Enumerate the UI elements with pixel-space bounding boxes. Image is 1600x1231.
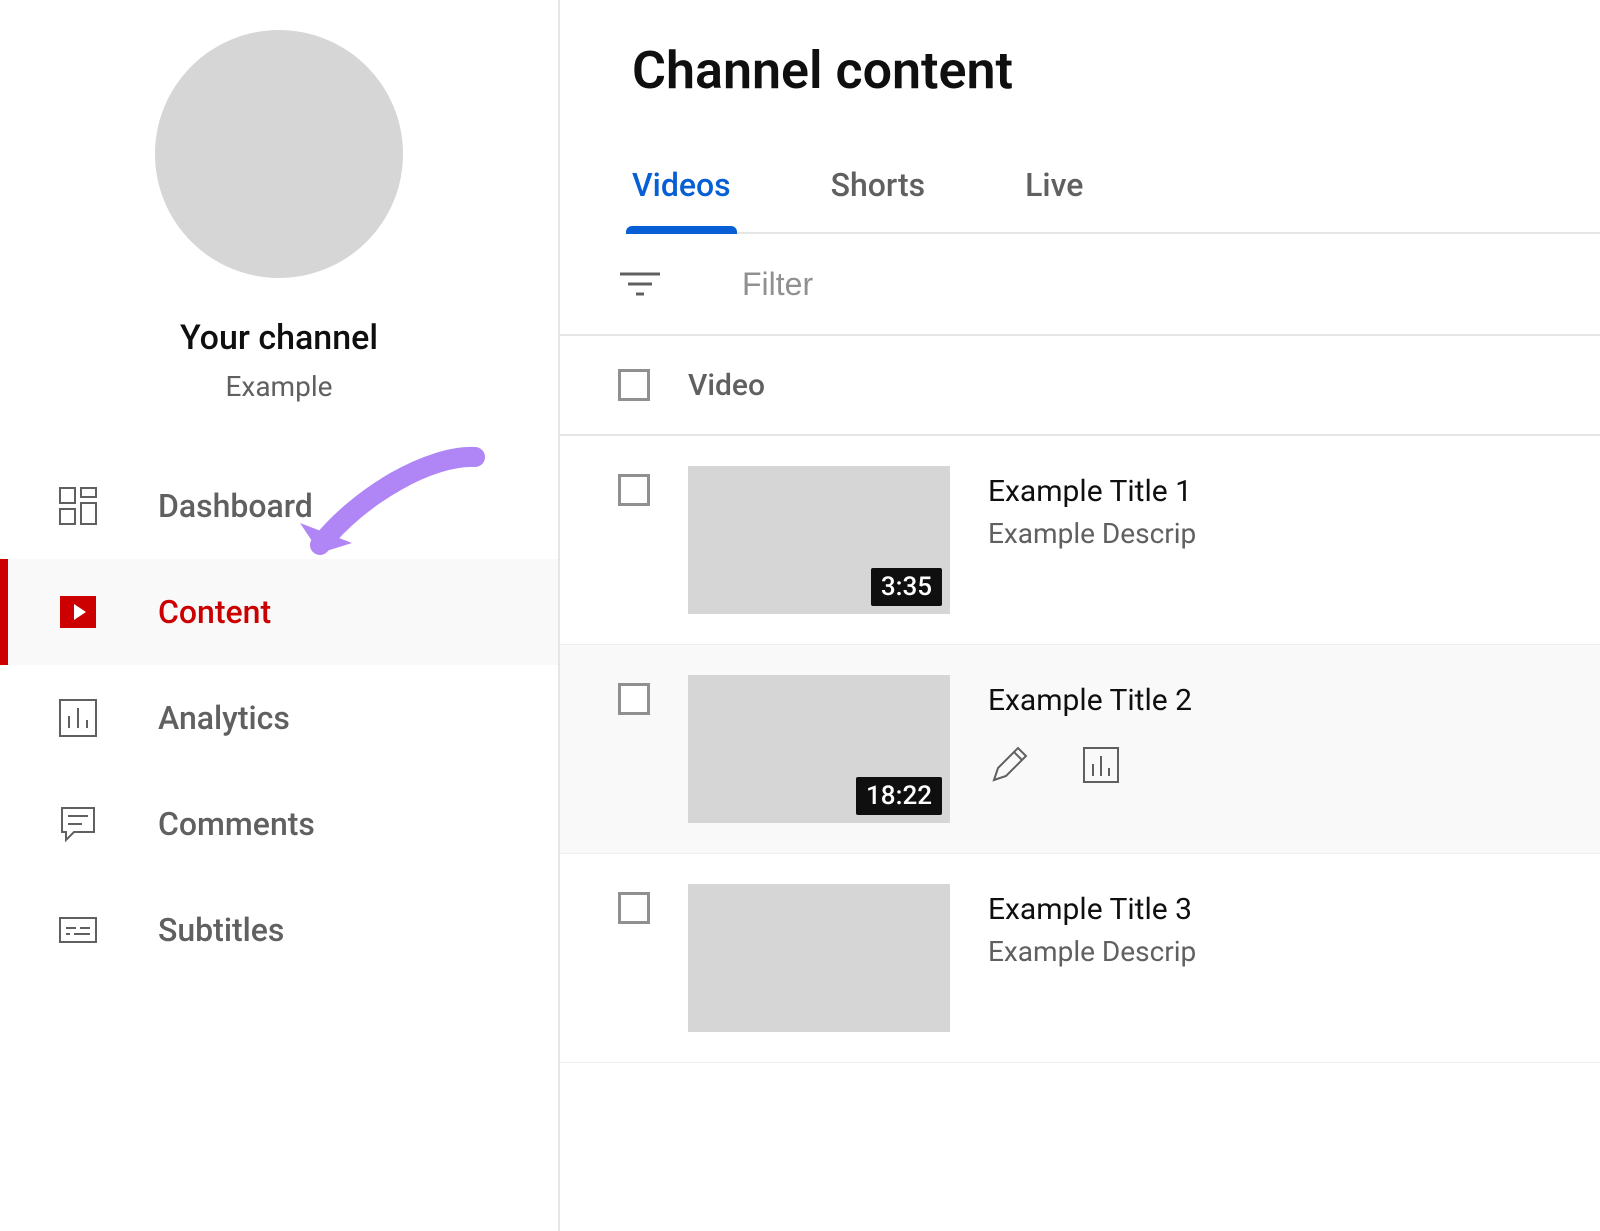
table-header: Video [560,336,1600,436]
sidebar-nav: Dashboard Content Analytics Comme [0,453,558,983]
video-thumbnail[interactable]: 18:22 [688,675,950,823]
sidebar-item-dashboard[interactable]: Dashboard [0,453,558,559]
channel-name: Example [226,370,333,403]
video-thumbnail[interactable] [688,884,950,1032]
duration-badge: 3:35 [871,568,942,606]
dashboard-icon [58,486,98,526]
sidebar-item-label: Subtitles [158,911,284,949]
sidebar-item-label: Analytics [158,699,290,737]
tab-videos[interactable]: Videos [632,166,731,232]
filter-icon[interactable] [618,262,662,306]
video-title: Example Title 2 [988,683,1600,718]
column-header-video: Video [688,368,765,403]
sidebar: Your channel Example Dashboard Content [0,0,560,1231]
sidebar-item-content[interactable]: Content [0,559,558,665]
table-row[interactable]: 3:35 Example Title 1 Example Descrip [560,436,1600,645]
page-title: Channel content [632,40,1600,101]
sidebar-item-analytics[interactable]: Analytics [0,665,558,771]
avatar[interactable] [155,30,403,278]
comments-icon [58,804,98,844]
select-all-checkbox[interactable] [618,369,650,401]
subtitles-icon [58,910,98,950]
sidebar-item-subtitles[interactable]: Subtitles [0,877,558,983]
tab-live[interactable]: Live [1025,166,1083,232]
table-row[interactable]: 18:22 Example Title 2 [560,645,1600,854]
tab-shorts[interactable]: Shorts [831,166,926,232]
row-actions [988,744,1600,786]
content-tabs: Videos Shorts Live [632,166,1600,234]
filter-bar [560,234,1600,336]
sidebar-item-label: Dashboard [158,487,313,525]
edit-icon[interactable] [988,744,1030,786]
row-checkbox[interactable] [618,683,650,715]
table-row[interactable]: Example Title 3 Example Descrip [560,854,1600,1063]
your-channel-label: Your channel [180,318,378,358]
analytics-icon[interactable] [1080,744,1122,786]
filter-input[interactable] [740,265,1600,304]
row-checkbox[interactable] [618,474,650,506]
video-title: Example Title 1 [988,474,1600,509]
channel-profile: Your channel Example [0,0,558,403]
main-panel: Channel content Videos Shorts Live Video… [560,0,1600,1231]
sidebar-item-label: Content [158,593,271,631]
analytics-icon [58,698,98,738]
video-meta: Example Title 2 [988,675,1600,786]
video-meta: Example Title 3 Example Descrip [988,884,1600,968]
video-description: Example Descrip [988,517,1600,550]
row-checkbox[interactable] [618,892,650,924]
video-description: Example Descrip [988,935,1600,968]
duration-badge: 18:22 [856,777,942,815]
video-thumbnail[interactable]: 3:35 [688,466,950,614]
video-title: Example Title 3 [988,892,1600,927]
content-icon [58,592,98,632]
video-meta: Example Title 1 Example Descrip [988,466,1600,550]
sidebar-item-label: Comments [158,805,315,843]
sidebar-item-comments[interactable]: Comments [0,771,558,877]
